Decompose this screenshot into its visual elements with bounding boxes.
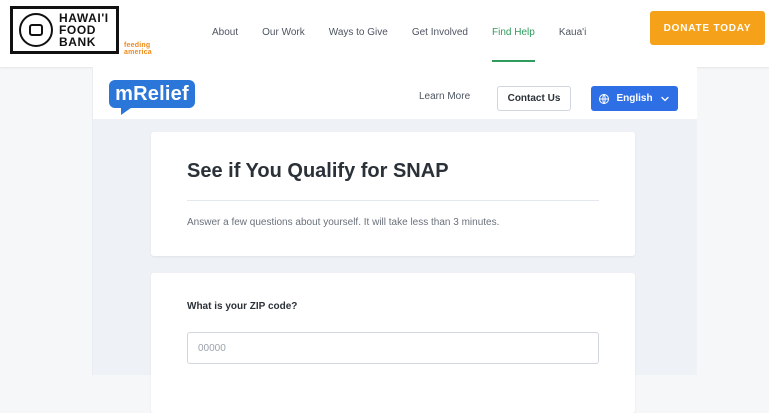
snap-qualify-card: See if You Qualify for SNAP Answer a few… (151, 132, 635, 256)
hawaii-food-bank-logo-text: HAWAI'I FOOD BANK (59, 11, 109, 49)
hawaii-food-bank-logo[interactable]: HAWAI'I FOOD BANK (10, 6, 119, 54)
language-selector-button[interactable]: English (591, 86, 678, 111)
nav-ways-to-give[interactable]: Ways to Give (329, 25, 388, 40)
feeding-america-badge: feeding america (124, 41, 152, 56)
language-label: English (616, 93, 653, 104)
page-subtitle: Answer a few questions about yourself. I… (187, 217, 500, 228)
nav-kauai[interactable]: Kaua'i (559, 25, 587, 40)
food-bank-emblem-icon (19, 13, 53, 47)
embedded-mrelief-frame: mRelief Learn More Contact Us English Se… (92, 67, 697, 413)
title-divider (187, 200, 599, 201)
zip-code-card: What is your ZIP code? (151, 273, 635, 413)
nav-about[interactable]: About (212, 25, 238, 40)
mrelief-logo[interactable]: mRelief (109, 80, 195, 108)
site-header: HAWAI'I FOOD BANK feeding america About … (0, 0, 769, 67)
contact-us-button[interactable]: Contact Us (497, 86, 571, 111)
chevron-down-icon (659, 93, 671, 105)
nav-our-work[interactable]: Our Work (262, 25, 305, 40)
form-background: See if You Qualify for SNAP Answer a few… (93, 119, 697, 413)
zip-code-input[interactable] (187, 332, 599, 364)
zip-code-label: What is your ZIP code? (187, 301, 298, 312)
primary-navigation: About Our Work Ways to Give Get Involved… (212, 22, 587, 62)
donate-today-button[interactable]: DONATE TODAY (650, 11, 765, 45)
learn-more-link[interactable]: Learn More (419, 91, 470, 102)
page-title: See if You Qualify for SNAP (187, 160, 449, 182)
nav-find-help[interactable]: Find Help (492, 25, 535, 62)
globe-icon (598, 93, 610, 105)
mrelief-header: mRelief Learn More Contact Us English (93, 67, 697, 119)
nav-get-involved[interactable]: Get Involved (412, 25, 468, 40)
